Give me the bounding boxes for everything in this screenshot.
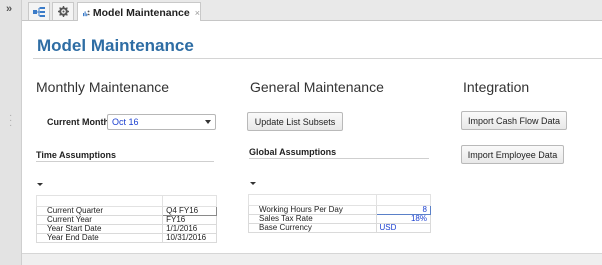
resize-grip-icon[interactable]: · · · xyxy=(9,111,12,131)
close-icon[interactable]: × xyxy=(195,8,200,18)
tab-strip: Model Maintenance × xyxy=(22,0,602,22)
tab-model-maintenance[interactable]: Model Maintenance × xyxy=(77,2,201,22)
global-assumptions-heading: Global Assumptions xyxy=(249,147,337,157)
current-month-select[interactable]: Oct 16 xyxy=(107,114,216,130)
time-assumptions-divider xyxy=(36,161,214,162)
global-assumptions-divider xyxy=(249,158,429,159)
chart-user-icon xyxy=(83,9,90,16)
update-list-subsets-button[interactable]: Update List Subsets xyxy=(247,112,343,131)
collapse-caret-icon[interactable] xyxy=(37,183,43,186)
hierarchy-icon xyxy=(33,6,45,17)
import-cash-flow-button[interactable]: Import Cash Flow Data xyxy=(461,111,567,130)
expand-panel-icon[interactable]: » xyxy=(6,3,12,15)
time-assumptions-heading: Time Assumptions xyxy=(36,150,117,160)
import-employee-button[interactable]: Import Employee Data xyxy=(461,145,564,164)
tab-title: Model Maintenance xyxy=(92,6,190,19)
section-heading-integration: Integration xyxy=(463,79,530,95)
section-heading-monthly: Monthly Maintenance xyxy=(36,79,170,95)
current-month-value: Oct 16 xyxy=(112,117,139,127)
table-row: Base Currency USD xyxy=(248,223,431,233)
grid-label: Base Currency xyxy=(248,223,377,233)
tab-settings[interactable] xyxy=(52,2,74,20)
table-row: Year End Date 10/31/2016 xyxy=(35,233,217,243)
grid-cell[interactable]: 10/31/2016 xyxy=(162,233,217,243)
chevron-down-icon xyxy=(205,120,211,124)
left-gutter: » · · · xyxy=(0,0,22,265)
grid-label: Year End Date xyxy=(35,233,164,243)
global-assumptions-grid: Working Hours Per Day 8 Sales Tax Rate 1… xyxy=(248,194,431,233)
time-assumptions-grid: Current Quarter Q4 FY16 Current Year FY1… xyxy=(35,195,217,243)
bottom-bar xyxy=(22,253,602,265)
current-month-label: Current Month xyxy=(47,117,109,127)
section-heading-general: General Maintenance xyxy=(250,79,384,95)
tab-hierarchy[interactable] xyxy=(28,2,50,20)
page-title: Model Maintenance xyxy=(37,36,194,55)
grid-cell[interactable]: USD xyxy=(375,223,431,233)
gear-icon xyxy=(57,6,69,17)
title-divider xyxy=(33,58,602,59)
collapse-caret-icon[interactable] xyxy=(250,182,256,185)
